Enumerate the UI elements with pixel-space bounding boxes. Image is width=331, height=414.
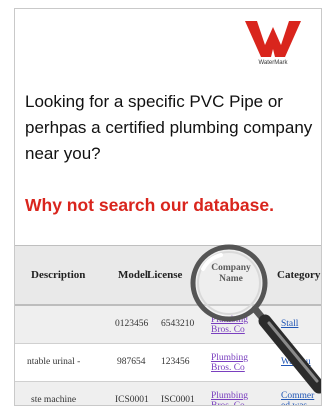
results-table: Description Model License Company Name C…: [15, 245, 321, 405]
category-link[interactable]: Wall hu: [281, 344, 311, 381]
header-description: Description: [31, 269, 86, 281]
table-row: 0123456 6543210 Plumbing Bros. Co Stall: [15, 306, 321, 344]
search-database-cta[interactable]: Why not search our database.: [25, 195, 321, 216]
cell-license: ISC0001: [161, 395, 195, 405]
company-link[interactable]: Plumbing Bros. Co: [211, 391, 251, 405]
header-model: Model: [118, 269, 148, 281]
cell-license: 123456: [161, 357, 190, 367]
cell-model: ICS0001: [115, 395, 149, 405]
table-row: ste machine ICS0001 ISC0001 Plumbing Bro…: [15, 382, 321, 405]
table-row: ntable urinal - 987654 123456 Plumbing B…: [15, 344, 321, 382]
headline: Looking for a specific PVC Pipe or perhp…: [25, 92, 313, 163]
logo-caption: WaterMark: [258, 60, 288, 66]
company-link[interactable]: Plumbing Bros. Co: [211, 315, 251, 335]
header-license: License: [147, 269, 183, 281]
table-header: Description Model License Company Name C…: [15, 246, 321, 306]
cell-description: ste machine: [31, 395, 77, 405]
company-link[interactable]: Plumbing Bros. Co: [211, 353, 251, 373]
cell-license: 6543210: [161, 319, 195, 329]
header-category: Category: [277, 269, 321, 281]
cell-model: 987654: [117, 357, 146, 367]
category-link[interactable]: Commer ed was: [281, 391, 321, 405]
advertisement-banner[interactable]: WaterMark Looking for a specific PVC Pip…: [14, 8, 322, 406]
header-company-name: Company Name: [211, 263, 251, 284]
cell-description: ntable urinal -: [27, 357, 81, 367]
watermark-logo: WaterMark: [241, 19, 305, 69]
cell-model: 0123456: [115, 319, 149, 329]
watermark-w-icon: [245, 21, 301, 57]
category-link[interactable]: Stall: [281, 306, 298, 343]
